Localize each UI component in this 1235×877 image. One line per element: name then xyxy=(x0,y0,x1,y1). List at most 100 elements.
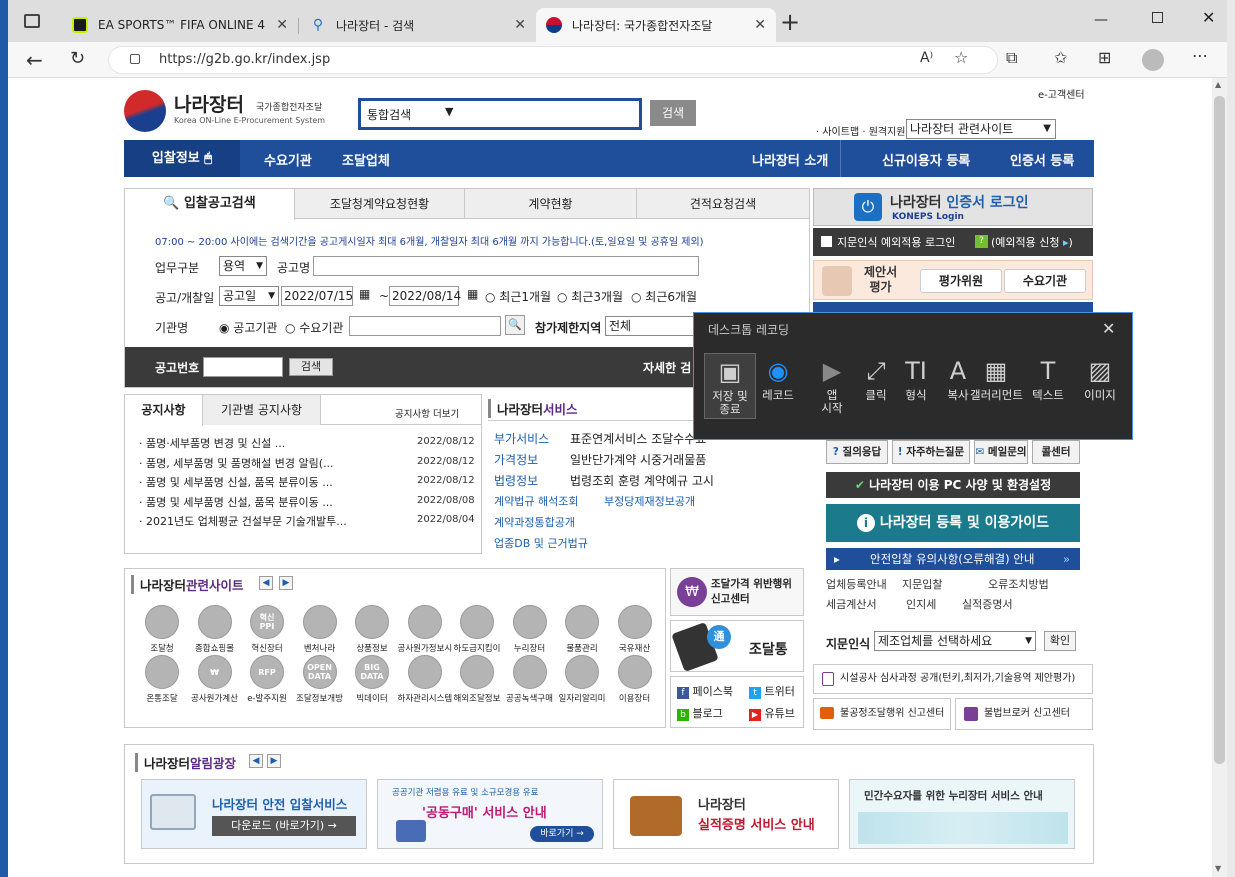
recorder-tool[interactable]: ▦ 갤러리먼트 xyxy=(970,353,1023,402)
help-button[interactable]: 콜센터 xyxy=(1032,440,1080,464)
collections-icon[interactable]: ⊞ xyxy=(1098,48,1111,67)
maximize-button[interactable] xyxy=(1152,12,1163,23)
tab-contract-request[interactable]: 조달청계약요청현황 xyxy=(295,189,465,219)
prev-arrow-icon[interactable]: ◀ xyxy=(259,576,273,590)
header-search-button[interactable]: 검색 xyxy=(650,100,696,126)
guide-button[interactable]: i 나라장터 등록 및 이용가이드 xyxy=(826,504,1080,542)
site-link[interactable]: 물품관리 xyxy=(555,642,609,654)
nav-bid-info[interactable]: 입찰정보 🖱 xyxy=(124,140,240,177)
recorder-tool[interactable]: ▣ 저장 및 종료 xyxy=(704,353,756,419)
pc-env-button[interactable]: ✔ 나라장터 이용 PC 사양 및 환경설정 xyxy=(826,472,1080,498)
svc-link-sanction[interactable]: 부정당제재정보공개 xyxy=(604,493,695,509)
site-link[interactable]: 상품정보 xyxy=(345,642,399,654)
site-link[interactable]: 온통조달 xyxy=(135,692,189,704)
recorder-tool[interactable]: ▨ 이미지 xyxy=(1074,353,1126,402)
site-link[interactable]: e-발주지원 xyxy=(240,692,294,704)
profile-avatar[interactable] xyxy=(1142,49,1164,71)
blog-link[interactable]: b 블로그 xyxy=(677,705,723,721)
scroll-up-icon[interactable]: ▲ xyxy=(1215,80,1221,89)
banner-nuri[interactable]: 민간수요자를 위한 누리장터 서비스 안내 xyxy=(849,779,1075,849)
help-button[interactable]: ! 자주하는질문 xyxy=(892,440,970,464)
date-to-input[interactable]: 2022/08/14 xyxy=(389,286,461,306)
tab-org-notices[interactable]: 기관별 공지사항 xyxy=(203,395,321,425)
next-arrow-icon[interactable]: ▶ xyxy=(267,754,281,768)
site-link[interactable]: 누리장터 xyxy=(503,642,557,654)
favorites-icon[interactable]: ✩ xyxy=(1054,48,1067,67)
date-from-input[interactable]: 2022/07/15 xyxy=(281,286,353,306)
site-link[interactable]: 혁신장터 xyxy=(240,642,294,654)
exception-apply-link[interactable]: (예외적용 신청 ▸) xyxy=(991,234,1073,250)
org-name-input[interactable] xyxy=(349,316,501,336)
tab-fifa[interactable]: EA SPORTS™ FIFA ONLINE 4 ✕ xyxy=(62,8,298,42)
tab-bid-search[interactable]: 🔍 입찰공고검색 xyxy=(125,189,295,220)
detail-search-link[interactable]: 자세한 검 xyxy=(643,359,691,376)
close-icon[interactable]: ✕ xyxy=(514,17,526,33)
notices-more-link[interactable]: 공지사항 더보기 xyxy=(395,406,459,420)
youtube-link[interactable]: ▶ 유튜브 xyxy=(749,705,795,721)
site-link[interactable]: 종합쇼핑몰 xyxy=(188,642,242,654)
close-icon[interactable]: ✕ xyxy=(1102,319,1115,338)
svc-link-interpret[interactable]: 계약법규 해석조회 xyxy=(494,493,578,509)
calendar-icon[interactable]: ▦ xyxy=(467,287,478,301)
tab-quote-search[interactable]: 견적요청검색 xyxy=(637,189,809,219)
nav-supplier[interactable]: 조달업체 xyxy=(342,150,390,169)
cert-login-box[interactable]: ⏻ 나라장터 인증서 로그인 KONEPS Login xyxy=(813,188,1093,226)
notice-no-input[interactable] xyxy=(203,357,283,377)
notice-name-input[interactable] xyxy=(313,256,699,276)
site-link[interactable]: 이용장터 xyxy=(608,692,662,704)
nav-new-user[interactable]: 신규이용자 등록 xyxy=(882,150,970,169)
minimize-button[interactable]: — xyxy=(1094,12,1108,28)
more-icon[interactable]: ⋯ xyxy=(1192,46,1208,65)
site-link[interactable]: 일자리알리미 xyxy=(555,692,609,704)
site-link[interactable]: 하도급지킴이 xyxy=(450,642,504,654)
recorder-tool[interactable]: T 텍스트 xyxy=(1022,353,1074,402)
radio-demand-org[interactable]: ○ 수요기관 xyxy=(285,319,343,336)
tab-notices[interactable]: 공지사항 xyxy=(125,395,203,426)
site-logo[interactable]: 나라장터 국가종합전자조달 Korea ON-Line E-Procuremen… xyxy=(124,88,354,134)
site-link[interactable]: 공사원가정보시스템 xyxy=(398,642,452,654)
help-button[interactable]: ? 질의응답 xyxy=(826,440,888,464)
new-tab-button[interactable]: + xyxy=(780,8,800,36)
site-link[interactable]: 해외조달정보 xyxy=(450,692,504,704)
close-icon[interactable]: ✕ xyxy=(276,17,288,33)
right-link[interactable]: 지문입찰 xyxy=(902,576,942,592)
broker-report-link[interactable]: 불법브로커 신고센터 xyxy=(955,698,1093,730)
right-link[interactable]: 오류조치방법 xyxy=(988,576,1049,592)
nav-demand-org[interactable]: 수요기관 xyxy=(264,150,312,169)
favorite-add-icon[interactable]: ☆ xyxy=(954,48,968,67)
tab-actions-icon[interactable] xyxy=(24,14,40,28)
facebook-link[interactable]: f 페이스북 xyxy=(677,683,733,699)
fp-confirm-button[interactable]: 확인 xyxy=(1044,631,1076,651)
url-field[interactable]: https://g2b.go.kr/index.jsp xyxy=(108,46,998,74)
banner-performance-cert[interactable]: 나라장터 실적증명 서비스 안내 xyxy=(613,779,839,849)
right-link[interactable]: 실적증명서 xyxy=(962,596,1013,612)
tab-contract-status[interactable]: 계약현황 xyxy=(465,189,637,219)
svc-addon-key[interactable]: 부가서비스 xyxy=(494,430,549,447)
calendar-icon[interactable]: ▦ xyxy=(359,287,370,301)
close-window-button[interactable]: ✕ xyxy=(1202,8,1215,27)
util-links[interactable]: · 사이트맵 · 원격지원 xyxy=(816,123,906,138)
site-link[interactable]: 조달청 xyxy=(135,642,189,654)
right-link[interactable]: 업체등록안내 xyxy=(826,576,887,592)
site-link[interactable]: 하자관리시스템 xyxy=(398,692,452,704)
site-link[interactable]: 공사원가계산 xyxy=(188,692,242,704)
site-link[interactable]: 조달정보개방 xyxy=(293,692,347,704)
radio-notice-org[interactable]: ◉ 공고기관 xyxy=(219,319,277,336)
prev-arrow-icon[interactable]: ◀ xyxy=(249,754,263,768)
notice-title[interactable]: · 품명·세부품명 변경 및 신설 ... xyxy=(139,435,389,451)
svc-law-value[interactable]: 법령조회 훈령 계약예규 고시 xyxy=(570,472,714,489)
notice-title[interactable]: · 2021년도 업체평균 건설부문 기술개발투... xyxy=(139,513,389,529)
svc-link-process[interactable]: 계약과정통합공개 xyxy=(494,514,575,530)
right-link[interactable]: 인지세 xyxy=(906,596,936,612)
site-link[interactable]: 공공녹색구매 xyxy=(503,692,557,704)
close-icon[interactable]: ✕ xyxy=(754,17,766,33)
biz-type-select[interactable]: 용역 ▼ xyxy=(219,256,267,276)
customer-center-link[interactable]: e-고객센터 xyxy=(1038,86,1085,101)
svc-price-value[interactable]: 일반단가계약 시중거래물품 xyxy=(570,451,706,468)
fp-select[interactable]: 제조업체를 선택하세요 ▼ xyxy=(874,631,1036,651)
site-link[interactable]: 빅데이터 xyxy=(345,692,399,704)
nav-intro[interactable]: 나라장터 소개 xyxy=(752,150,828,169)
back-icon[interactable]: ← xyxy=(26,48,43,72)
demand-org-button[interactable]: 수요기관 xyxy=(1004,269,1086,293)
fingerprint-checkbox[interactable] xyxy=(821,236,832,247)
